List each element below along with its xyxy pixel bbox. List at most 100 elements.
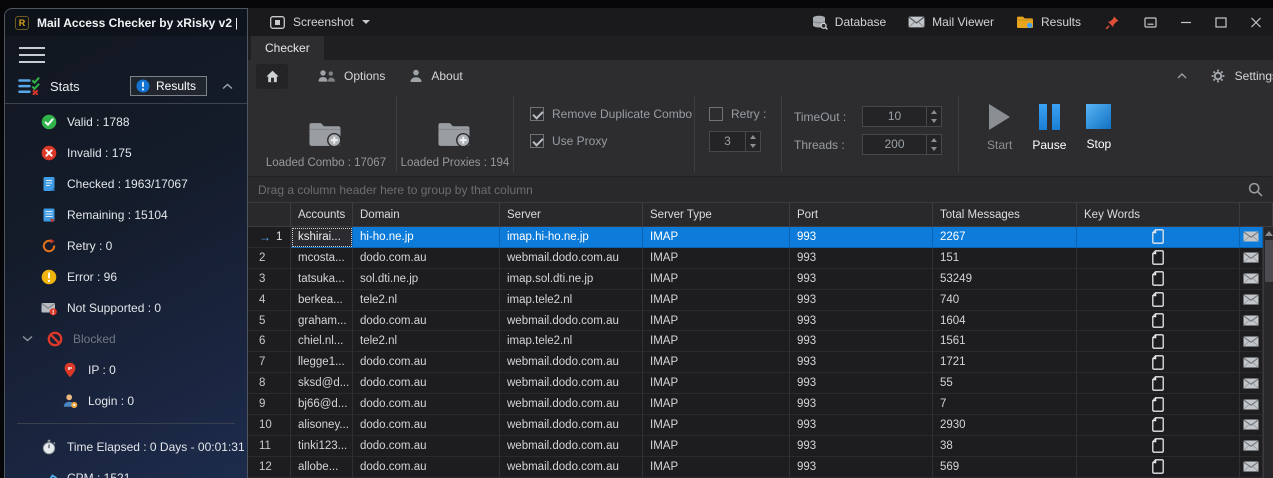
sidebar-item-blocked[interactable]: Blocked <box>5 323 247 354</box>
sidebar-item-time-elapsed[interactable]: Time Elapsed : 0 Days - 00:01:31 <box>5 431 247 462</box>
sidebar-item-retry[interactable]: Retry : 0 <box>5 230 247 261</box>
gear-icon[interactable] <box>1211 69 1225 83</box>
cell-key-words <box>1077 290 1240 311</box>
results-grid: AccountsDomainServerServer TypePortTotal… <box>248 203 1273 478</box>
pin-button[interactable] <box>1092 8 1133 36</box>
open-mail-icon[interactable] <box>1243 461 1259 472</box>
loaded-combo-button[interactable]: Loaded Combo : 17067 <box>256 92 396 176</box>
column-header-domain[interactable]: Domain <box>353 203 500 226</box>
table-row[interactable]: 7llegge1...dodo.com.auwebmail.dodo.com.a… <box>248 352 1273 373</box>
close-button[interactable] <box>1238 8 1273 36</box>
collapse-up-icon[interactable] <box>222 83 233 90</box>
column-header-port[interactable]: Port <box>790 203 933 226</box>
table-row[interactable]: 6chiel.nl...tele2.nlimap.tele2.nlIMAP993… <box>248 331 1273 352</box>
use-proxy-checkbox[interactable]: Use Proxy <box>530 134 694 148</box>
column-header-server-type[interactable]: Server Type <box>643 203 790 226</box>
tab-checker[interactable]: Checker <box>251 36 324 60</box>
screenshot-menu[interactable]: Screenshot <box>260 8 380 36</box>
sidebar-item-cpm[interactable]: CPM : 1521 <box>5 462 247 478</box>
column-header-mail[interactable] <box>1240 203 1273 226</box>
open-mail-icon[interactable] <box>1243 315 1259 326</box>
results-button[interactable]: Results <box>130 76 207 96</box>
open-mail-icon[interactable] <box>1243 252 1259 263</box>
sidebar-item-not-supported[interactable]: Not Supported : 0 <box>5 292 247 323</box>
home-tab-button[interactable] <box>256 64 288 89</box>
stepper-buttons[interactable] <box>745 132 760 151</box>
settings-button[interactable]: Settings <box>1235 69 1273 83</box>
column-header-total-messages[interactable]: Total Messages <box>933 203 1077 226</box>
maximize-button[interactable] <box>1203 8 1238 36</box>
sidebar-item-ip[interactable]: IPIP : 0 <box>5 354 247 385</box>
column-header-server[interactable]: Server <box>500 203 643 226</box>
pause-button[interactable]: Pause <box>1032 104 1066 176</box>
open-mail-icon[interactable] <box>1243 419 1259 430</box>
vertical-scrollbar[interactable] <box>1263 227 1273 478</box>
open-mail-icon[interactable] <box>1243 440 1259 451</box>
timeout-value: 10 <box>863 107 926 126</box>
sidebar-item-error[interactable]: Error : 96 <box>5 261 247 292</box>
open-mail-icon[interactable] <box>1243 357 1259 368</box>
stepper-buttons[interactable] <box>926 107 941 126</box>
stop-button[interactable]: Stop <box>1086 104 1111 176</box>
open-mail-icon[interactable] <box>1243 273 1259 284</box>
cell-mail <box>1240 394 1263 415</box>
cell-mail <box>1240 248 1263 269</box>
open-mail-icon[interactable] <box>1243 336 1259 347</box>
timeout-stepper[interactable]: 10 <box>862 106 942 127</box>
mail-viewer-button[interactable]: Mail Viewer <box>897 8 1005 36</box>
open-mail-icon[interactable] <box>1243 231 1259 242</box>
sidebar-item-label: Retry : 0 <box>67 239 112 253</box>
search-icon[interactable] <box>1248 182 1263 197</box>
scrollbar-thumb[interactable] <box>1265 240 1273 282</box>
table-row[interactable]: 4berkea...tele2.nlimap.tele2.nlIMAP99374… <box>248 290 1273 311</box>
cell-account: tinki123... <box>291 436 353 457</box>
hamburger-menu-icon[interactable] <box>19 47 45 63</box>
retry-checkbox[interactable]: Retry : <box>709 107 781 121</box>
results-folder-button[interactable]: Results <box>1005 8 1092 36</box>
doc-page-icon <box>1151 438 1165 453</box>
table-row[interactable]: 11tinki123...dodo.com.auwebmail.dodo.com… <box>248 436 1273 457</box>
column-header-accounts[interactable]: Accounts <box>291 203 353 226</box>
open-mail-icon[interactable] <box>1243 378 1259 389</box>
screenshot-menu-label: Screenshot <box>293 15 354 29</box>
stepper-buttons[interactable] <box>926 135 941 154</box>
table-row[interactable]: →1kshirai...hi-ho.ne.jpimap.hi-ho.ne.jpI… <box>248 227 1273 248</box>
options-people-icon <box>318 69 336 83</box>
open-mail-icon[interactable] <box>1243 294 1259 305</box>
timing-group: TimeOut : 10 Threads : 200 <box>782 92 958 176</box>
window-tray-button[interactable] <box>1133 8 1168 36</box>
open-mail-icon[interactable] <box>1243 399 1259 410</box>
retry-count-stepper[interactable]: 3 <box>709 131 761 152</box>
table-row[interactable]: 8sksd@d...dodo.com.auwebmail.dodo.com.au… <box>248 373 1273 394</box>
sidebar-titlebar[interactable]: R Mail Access Checker by xRisky v2 [ Fre… <box>5 9 247 36</box>
table-row[interactable]: 3tatsuka...sol.dti.ne.jpimap.sol.dti.ne.… <box>248 269 1273 290</box>
cell-server-type: IMAP <box>643 331 790 352</box>
ribbon-collapse-icon[interactable] <box>1177 73 1187 79</box>
database-button[interactable]: Database <box>801 8 897 36</box>
sidebar-item-checked[interactable]: Checked : 1963/17067 <box>5 168 247 199</box>
transport-group: Start Pause Stop <box>959 92 1111 176</box>
cell-mail <box>1240 415 1263 436</box>
column-header-row-number[interactable] <box>248 203 291 226</box>
loaded-proxies-button[interactable]: Loaded Proxies : 194 <box>397 92 513 176</box>
table-row[interactable]: 10alisoney...dodo.com.auwebmail.dodo.com… <box>248 415 1273 436</box>
start-label: Start <box>987 138 1012 152</box>
tab-about[interactable]: About <box>397 60 474 92</box>
table-row[interactable]: 12allobe...dodo.com.auwebmail.dodo.com.a… <box>248 457 1273 478</box>
sidebar-item-valid[interactable]: Valid : 1788 <box>5 106 247 137</box>
group-by-bar[interactable]: Drag a column header here to group by th… <box>248 176 1273 203</box>
table-row[interactable]: 9bj66@d...dodo.com.auwebmail.dodo.com.au… <box>248 394 1273 415</box>
table-row[interactable]: 2mcosta...dodo.com.auwebmail.dodo.com.au… <box>248 248 1273 269</box>
sidebar-item-remaining[interactable]: Remaining : 15104 <box>5 199 247 230</box>
sidebar-item-invalid[interactable]: Invalid : 175 <box>5 137 247 168</box>
threads-stepper[interactable]: 200 <box>862 134 942 155</box>
cell-account: allobe... <box>291 457 353 478</box>
start-button[interactable]: Start <box>987 104 1012 176</box>
scroll-up-icon[interactable] <box>1265 231 1273 236</box>
tab-options[interactable]: Options <box>306 60 397 92</box>
column-header-key-words[interactable]: Key Words <box>1077 203 1240 226</box>
sidebar-item-login[interactable]: Login : 0 <box>5 385 247 416</box>
minimize-button[interactable] <box>1168 8 1203 36</box>
remove-duplicate-checkbox[interactable]: Remove Duplicate Combo <box>530 107 694 121</box>
table-row[interactable]: 5graham...dodo.com.auwebmail.dodo.com.au… <box>248 311 1273 332</box>
